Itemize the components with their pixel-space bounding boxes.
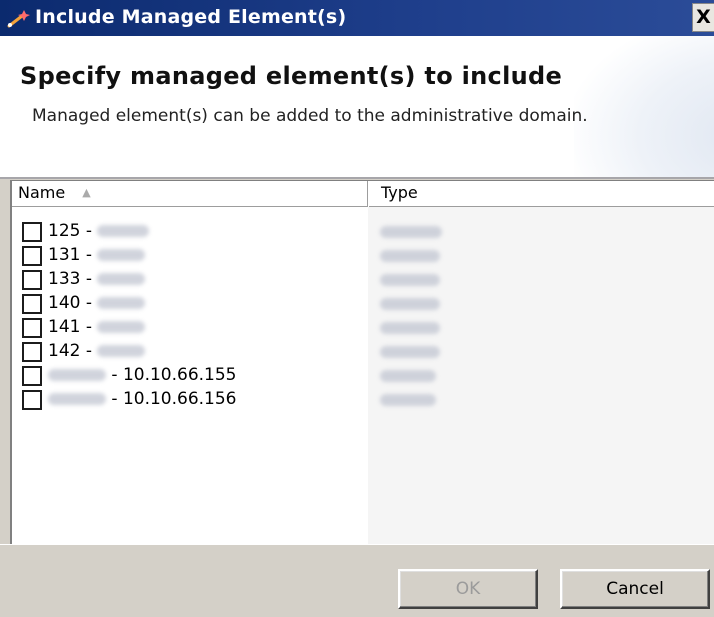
row-checkbox[interactable]: [22, 390, 42, 410]
redacted-type: [380, 250, 440, 262]
redacted-name: [97, 225, 150, 237]
redacted-name: [97, 321, 146, 333]
page-heading: Specify managed element(s) to include: [20, 62, 563, 90]
redacted-type: [380, 322, 440, 334]
redacted-name: [48, 369, 106, 381]
header-decoration: [574, 36, 714, 177]
close-button[interactable]: X: [692, 3, 714, 32]
row-checkbox[interactable]: [22, 318, 42, 338]
list-item[interactable]: 141 -: [12, 316, 714, 340]
row-name-prefix: 133 -: [48, 269, 98, 289]
cancel-button[interactable]: Cancel: [560, 569, 710, 609]
row-name: 141 -: [48, 317, 146, 337]
row-checkbox[interactable]: [22, 270, 42, 290]
window-title: Include Managed Element(s): [35, 6, 347, 28]
redacted-name: [97, 273, 146, 285]
row-checkbox[interactable]: [22, 294, 42, 314]
row-checkbox[interactable]: [22, 342, 42, 362]
list-item[interactable]: 133 -: [12, 268, 714, 292]
redacted-type: [380, 346, 440, 358]
list-item[interactable]: 125 -: [12, 220, 714, 244]
redacted-name: [48, 393, 106, 405]
column-header-type[interactable]: Type: [369, 181, 714, 207]
row-name-prefix: 131 -: [48, 245, 98, 265]
row-name-prefix: 142 -: [48, 341, 98, 361]
header-divider: [0, 177, 714, 179]
row-checkbox[interactable]: [22, 246, 42, 266]
column-header-name[interactable]: Name ▲: [12, 181, 368, 207]
row-name: 133 -: [48, 269, 146, 289]
row-name: 131 -: [48, 245, 146, 265]
row-name-address: - 10.10.66.156: [106, 389, 237, 409]
row-name: - 10.10.66.155: [48, 365, 237, 385]
sort-ascending-icon: ▲: [82, 186, 91, 199]
row-name-prefix: 125 -: [48, 221, 98, 241]
redacted-type: [380, 394, 436, 406]
row-checkbox[interactable]: [22, 222, 42, 242]
redacted-type: [380, 226, 442, 238]
list-item[interactable]: - 10.10.66.156: [12, 388, 714, 412]
redacted-type: [380, 298, 440, 310]
managed-elements-list[interactable]: Name ▲ Type 125 - 131 - 133 - 140 - 141 …: [10, 180, 714, 545]
list-item[interactable]: 140 -: [12, 292, 714, 316]
row-name-address: - 10.10.66.155: [106, 365, 237, 385]
row-name: 125 -: [48, 221, 150, 241]
column-header-type-label: Type: [381, 183, 418, 202]
row-name-prefix: 140 -: [48, 293, 98, 313]
page-description: Managed element(s) can be added to the a…: [32, 106, 588, 126]
title-bar[interactable]: Include Managed Element(s) X: [0, 0, 714, 36]
row-name: - 10.10.66.156: [48, 389, 237, 409]
list-item[interactable]: - 10.10.66.155: [12, 364, 714, 388]
row-checkbox[interactable]: [22, 366, 42, 386]
redacted-name: [97, 249, 146, 261]
wand-sparkle-icon: [7, 10, 30, 28]
dialog-footer: OK Cancel: [0, 544, 714, 617]
ok-button[interactable]: OK: [398, 569, 538, 609]
wizard-header: Specify managed element(s) to include Ma…: [0, 36, 714, 177]
redacted-name: [97, 345, 146, 357]
row-name: 142 -: [48, 341, 146, 361]
row-name: 140 -: [48, 293, 146, 313]
list-item[interactable]: 131 -: [12, 244, 714, 268]
redacted-name: [97, 297, 146, 309]
redacted-type: [380, 274, 440, 286]
row-name-prefix: 141 -: [48, 317, 98, 337]
list-item[interactable]: 142 -: [12, 340, 714, 364]
redacted-type: [380, 370, 436, 382]
column-header-name-label: Name: [18, 183, 66, 202]
